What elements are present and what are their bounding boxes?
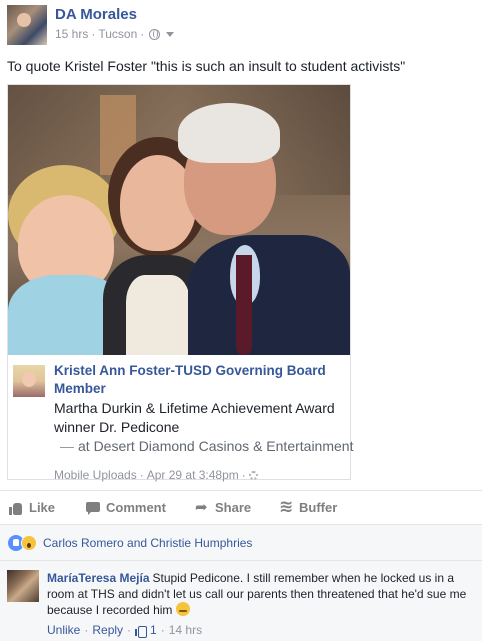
- shared-post-card[interactable]: Kristel Ann Foster-TUSD Governing Board …: [7, 84, 353, 482]
- post-author-name[interactable]: DA Morales: [55, 6, 137, 23]
- share-arrow-icon: [195, 498, 209, 516]
- reply-link[interactable]: Reply: [92, 623, 123, 637]
- thumbs-up-icon[interactable]: [135, 625, 148, 638]
- thumbs-up-icon: [9, 501, 23, 515]
- speech-bubble-icon: [86, 501, 100, 515]
- action-bar: Like Comment Share Buffer: [0, 490, 482, 524]
- post-meta: 15 hrs · Tucson ·: [55, 27, 175, 41]
- globe-icon[interactable]: [149, 28, 161, 40]
- comment-label: Comment: [106, 500, 166, 515]
- chevron-down-icon[interactable]: [166, 31, 175, 37]
- post-text: To quote Kristel Foster "this is such an…: [7, 58, 406, 74]
- shared-author-name[interactable]: Kristel Ann Foster-TUSD Governing Board …: [54, 362, 344, 398]
- reactions-bar: Carlos Romero and Christie Humphries: [0, 524, 482, 560]
- shared-author-avatar[interactable]: [13, 365, 45, 397]
- unamused-face-icon: [175, 602, 190, 616]
- album-link[interactable]: Mobile Uploads: [54, 468, 137, 482]
- comment-separator: ·: [84, 623, 89, 637]
- share-label: Share: [215, 500, 252, 515]
- wow-reaction-icon[interactable]: [21, 535, 37, 551]
- like-button[interactable]: Like: [9, 500, 55, 515]
- shared-footer: Mobile Uploads · Apr 29 at 3:48pm ·: [54, 468, 258, 482]
- reaction-names[interactable]: Carlos Romero and Christie Humphries: [43, 536, 252, 550]
- privacy-settings-icon[interactable]: [248, 470, 258, 480]
- photo-person-right-body: [188, 235, 350, 355]
- comment-body: MaríaTeresa Mejía Stupid Pedicone. I stil…: [47, 570, 472, 618]
- comment-separator-3: ·: [160, 623, 165, 637]
- comment-actions: Unlike · Reply · 1 · 14 hrs: [47, 623, 202, 638]
- share-button[interactable]: Share: [195, 498, 252, 516]
- post-header: DA Morales 15 hrs · Tucson ·: [0, 0, 482, 48]
- shared-location: — at Desert Diamond Casinos & Entertainme…: [60, 438, 353, 454]
- comments-section: MaríaTeresa Mejía Stupid Pedicone. I stil…: [0, 560, 482, 641]
- meta-separator-2: ·: [140, 27, 145, 41]
- shared-photo[interactable]: [8, 85, 350, 355]
- shared-description: Martha Durkin & Lifetime Achievement Awa…: [54, 400, 335, 435]
- photo-person-center-top: [126, 275, 190, 355]
- comment-like-count[interactable]: 1: [150, 623, 157, 637]
- buffer-stack-icon: [279, 497, 293, 517]
- commenter-avatar[interactable]: [7, 570, 39, 602]
- post-location[interactable]: Tucson: [98, 27, 137, 41]
- comment-time[interactable]: 14 hrs: [169, 623, 202, 637]
- comment-separator-2: ·: [127, 623, 132, 637]
- shared-date[interactable]: Apr 29 at 3:48pm: [147, 468, 239, 482]
- shared-location-link[interactable]: at Desert Diamond Casinos & Entertainmen…: [78, 438, 353, 454]
- footer-separator-2: ·: [241, 468, 246, 482]
- location-dash: —: [60, 438, 74, 454]
- buffer-label: Buffer: [299, 500, 338, 515]
- photo-person-right-tie: [236, 255, 252, 355]
- photo-person-right-hair: [178, 103, 280, 163]
- footer-separator: ·: [139, 468, 144, 482]
- meta-separator: ·: [91, 27, 96, 41]
- like-label: Like: [29, 500, 56, 515]
- post-time[interactable]: 15 hrs: [55, 27, 88, 41]
- comment-author[interactable]: MaríaTeresa Mejía: [47, 571, 150, 585]
- unlike-link[interactable]: Unlike: [47, 623, 80, 637]
- author-avatar[interactable]: [7, 5, 47, 45]
- buffer-button[interactable]: Buffer: [279, 497, 338, 517]
- comment-button[interactable]: Comment: [86, 500, 166, 515]
